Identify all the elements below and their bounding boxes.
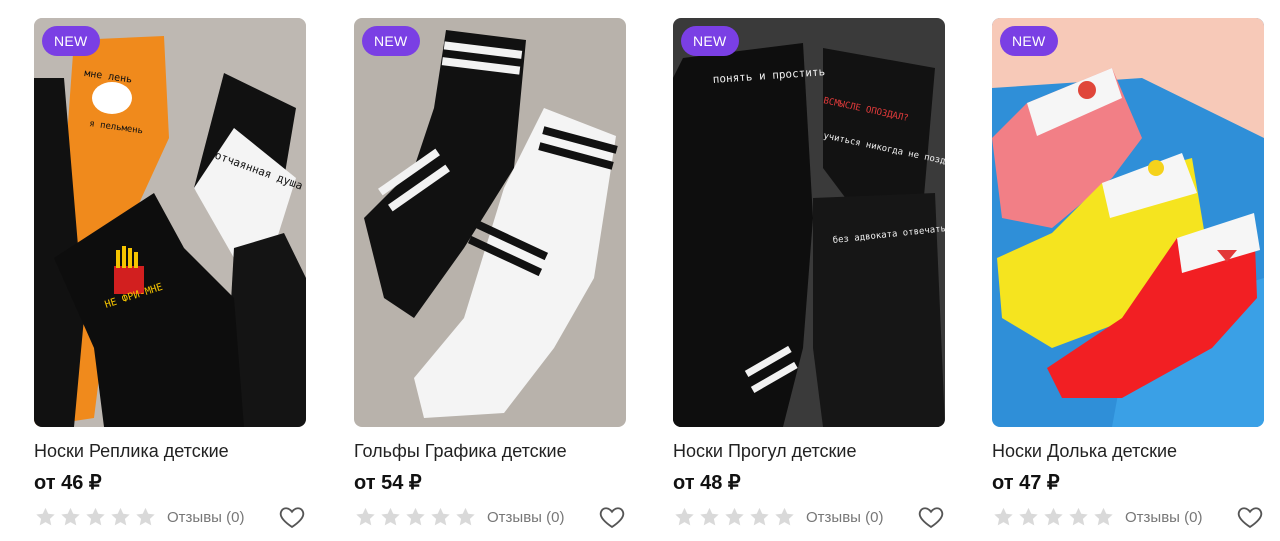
product-price: от 54 ₽ [354, 472, 422, 494]
star-icon [61, 507, 80, 526]
product-title[interactable]: Носки Прогул детские [673, 440, 945, 462]
product-image[interactable]: понять и простить ВСМЫСЛЕ ОПОЗДАЛ? учить… [673, 18, 945, 427]
product-card[interactable]: мне лень я пельмень отчаянная душа НЕ ФР… [34, 18, 306, 532]
product-title[interactable]: Гольфы Графика детские [354, 440, 626, 462]
heart-icon[interactable] [1236, 503, 1264, 531]
new-badge: NEW [42, 26, 100, 56]
product-image[interactable]: NEW [992, 18, 1264, 427]
star-icon [86, 507, 105, 526]
rating-stars [673, 506, 796, 528]
new-badge: NEW [362, 26, 420, 56]
star-icon [36, 507, 55, 526]
socks-photo-replika: мне лень я пельмень отчаянная душа НЕ ФР… [34, 18, 306, 427]
reviews-link[interactable]: Отзывы (0) [167, 509, 244, 526]
reviews-link[interactable]: Отзывы (0) [487, 509, 564, 526]
star-icon [750, 507, 769, 526]
product-image[interactable]: NEW [354, 18, 626, 427]
star-icon [356, 507, 375, 526]
product-image[interactable]: мне лень я пельмень отчаянная душа НЕ ФР… [34, 18, 306, 427]
star-icon [381, 507, 400, 526]
product-title[interactable]: Носки Долька детские [992, 440, 1264, 462]
rating-stars [34, 506, 157, 528]
star-icon [1069, 507, 1088, 526]
new-badge: NEW [681, 26, 739, 56]
star-icon [1044, 507, 1063, 526]
socks-photo-grafika [354, 18, 626, 427]
star-icon [1094, 507, 1113, 526]
heart-icon[interactable] [598, 503, 626, 531]
star-icon [1019, 507, 1038, 526]
product-title[interactable]: Носки Реплика детские [34, 440, 306, 462]
star-icon [725, 507, 744, 526]
rating-stars [354, 506, 477, 528]
star-icon [456, 507, 475, 526]
product-card[interactable]: NEW Гольфы Графика детские от 54 ₽ Отзыв… [354, 18, 626, 532]
star-icon [406, 507, 425, 526]
heart-icon[interactable] [278, 503, 306, 531]
star-icon [675, 507, 694, 526]
product-price: от 48 ₽ [673, 472, 741, 494]
socks-photo-dolka [992, 18, 1264, 427]
rating-stars [992, 506, 1115, 528]
star-icon [700, 507, 719, 526]
heart-icon[interactable] [917, 503, 945, 531]
star-icon [994, 507, 1013, 526]
star-icon [775, 507, 794, 526]
product-price: от 46 ₽ [34, 472, 102, 494]
star-icon [431, 507, 450, 526]
product-grid: мне лень я пельмень отчаянная душа НЕ ФР… [0, 0, 1280, 541]
star-icon [111, 507, 130, 526]
product-card[interactable]: NEW Носки Долька детские от 47 ₽ Отзывы … [992, 18, 1264, 532]
product-card[interactable]: понять и простить ВСМЫСЛЕ ОПОЗДАЛ? учить… [673, 18, 945, 532]
new-badge: NEW [1000, 26, 1058, 56]
socks-photo-progul: понять и простить ВСМЫСЛЕ ОПОЗДАЛ? учить… [673, 18, 945, 427]
product-price: от 47 ₽ [992, 472, 1060, 494]
reviews-link[interactable]: Отзывы (0) [806, 509, 883, 526]
reviews-link[interactable]: Отзывы (0) [1125, 509, 1202, 526]
star-icon [136, 507, 155, 526]
